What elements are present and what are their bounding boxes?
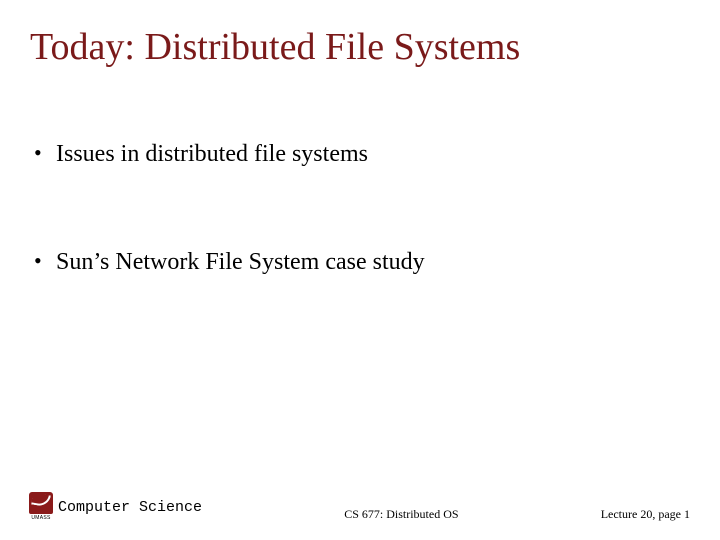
slide-footer: UMASS Computer Science CS 677: Distribut… bbox=[0, 492, 720, 522]
bullet-list: Issues in distributed file systems Sun’s… bbox=[30, 140, 690, 278]
slide-title: Today: Distributed File Systems bbox=[30, 26, 690, 70]
bullet-item: Issues in distributed file systems bbox=[32, 140, 690, 169]
course-label: CS 677: Distributed OS bbox=[344, 507, 458, 522]
logo-shield-icon bbox=[29, 492, 53, 514]
lecture-label: Lecture 20, page 1 bbox=[601, 507, 690, 522]
logo-swoosh-icon bbox=[31, 493, 51, 508]
umass-logo-icon: UMASS bbox=[28, 492, 54, 522]
department-label: Computer Science bbox=[58, 499, 202, 516]
footer-left: UMASS Computer Science bbox=[28, 492, 202, 522]
logo-caption: UMASS bbox=[31, 515, 50, 521]
slide: Today: Distributed File Systems Issues i… bbox=[0, 0, 720, 540]
bullet-item: Sun’s Network File System case study bbox=[32, 248, 690, 277]
